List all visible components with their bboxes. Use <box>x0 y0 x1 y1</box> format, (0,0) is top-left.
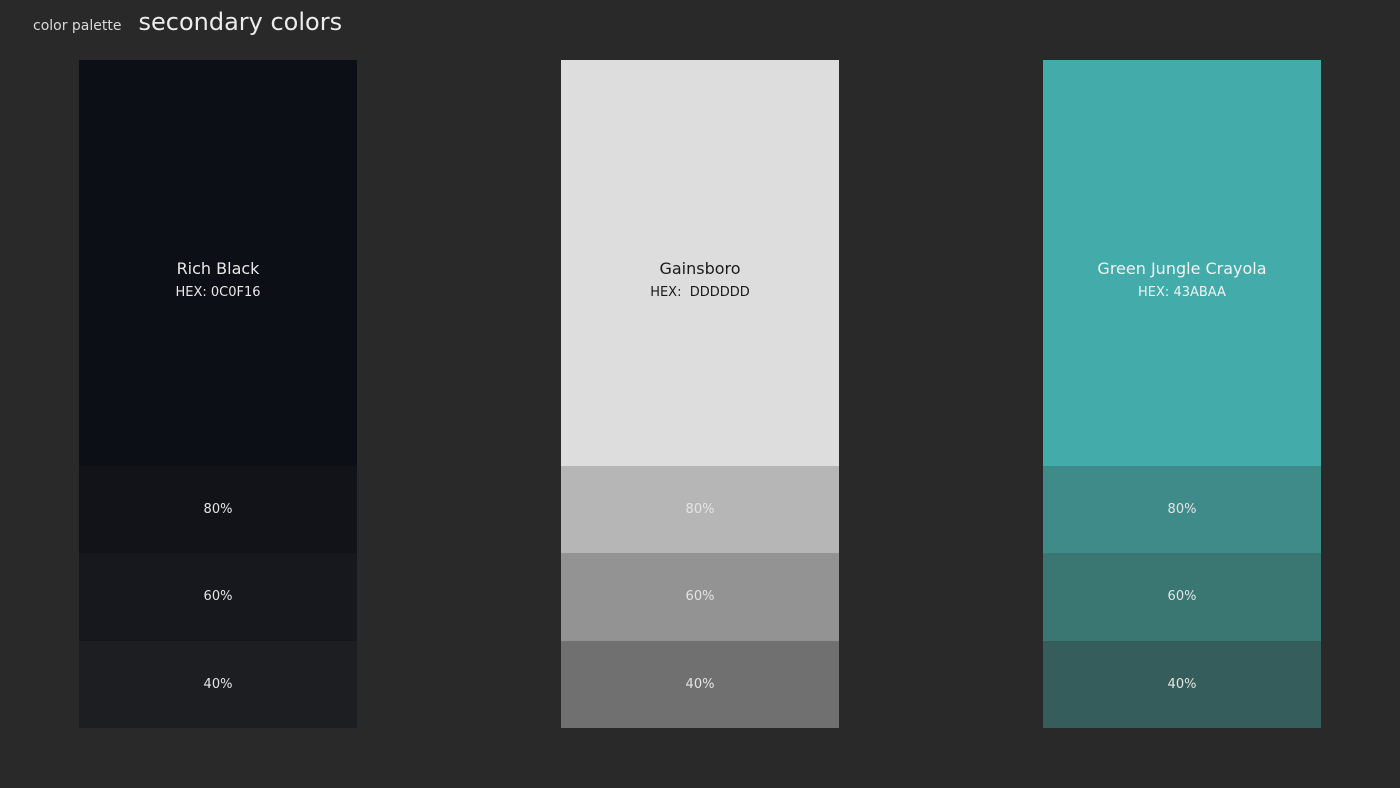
swatch-hex: HEX: 43ABAA <box>1138 285 1226 300</box>
page-title: secondary colors <box>138 8 343 36</box>
swatch-green-jungle-crayola: Green Jungle Crayola HEX: 43ABAA 80% 60%… <box>1043 60 1321 728</box>
swatch-main-color: Rich Black HEX: 0C0F16 <box>79 60 357 466</box>
swatch-hex: HEX: 0C0F16 <box>175 285 261 300</box>
swatch-name: Green Jungle Crayola <box>1097 259 1267 278</box>
tint-80: 80% <box>1043 466 1321 554</box>
tint-40: 40% <box>79 640 357 728</box>
tint-60: 60% <box>79 553 357 641</box>
swatch-main-color: Gainsboro HEX: DDDDDD <box>561 60 839 466</box>
swatch-name: Rich Black <box>176 259 260 278</box>
swatch-gainsboro: Gainsboro HEX: DDDDDD 80% 60% 40% <box>561 60 839 728</box>
swatch-name: Gainsboro <box>659 259 741 278</box>
page-subtitle: color palette <box>33 18 122 34</box>
tint-80: 80% <box>79 466 357 554</box>
tint-40: 40% <box>1043 640 1321 728</box>
tint-60: 60% <box>561 553 839 641</box>
tint-40: 40% <box>561 640 839 728</box>
swatch-rich-black: Rich Black HEX: 0C0F16 80% 60% 40% <box>79 60 357 728</box>
page-header: color palette secondary colors <box>33 8 342 42</box>
tint-80: 80% <box>561 466 839 554</box>
swatch-main-color: Green Jungle Crayola HEX: 43ABAA <box>1043 60 1321 466</box>
tint-60: 60% <box>1043 553 1321 641</box>
swatch-hex: HEX: DDDDDD <box>650 285 750 300</box>
